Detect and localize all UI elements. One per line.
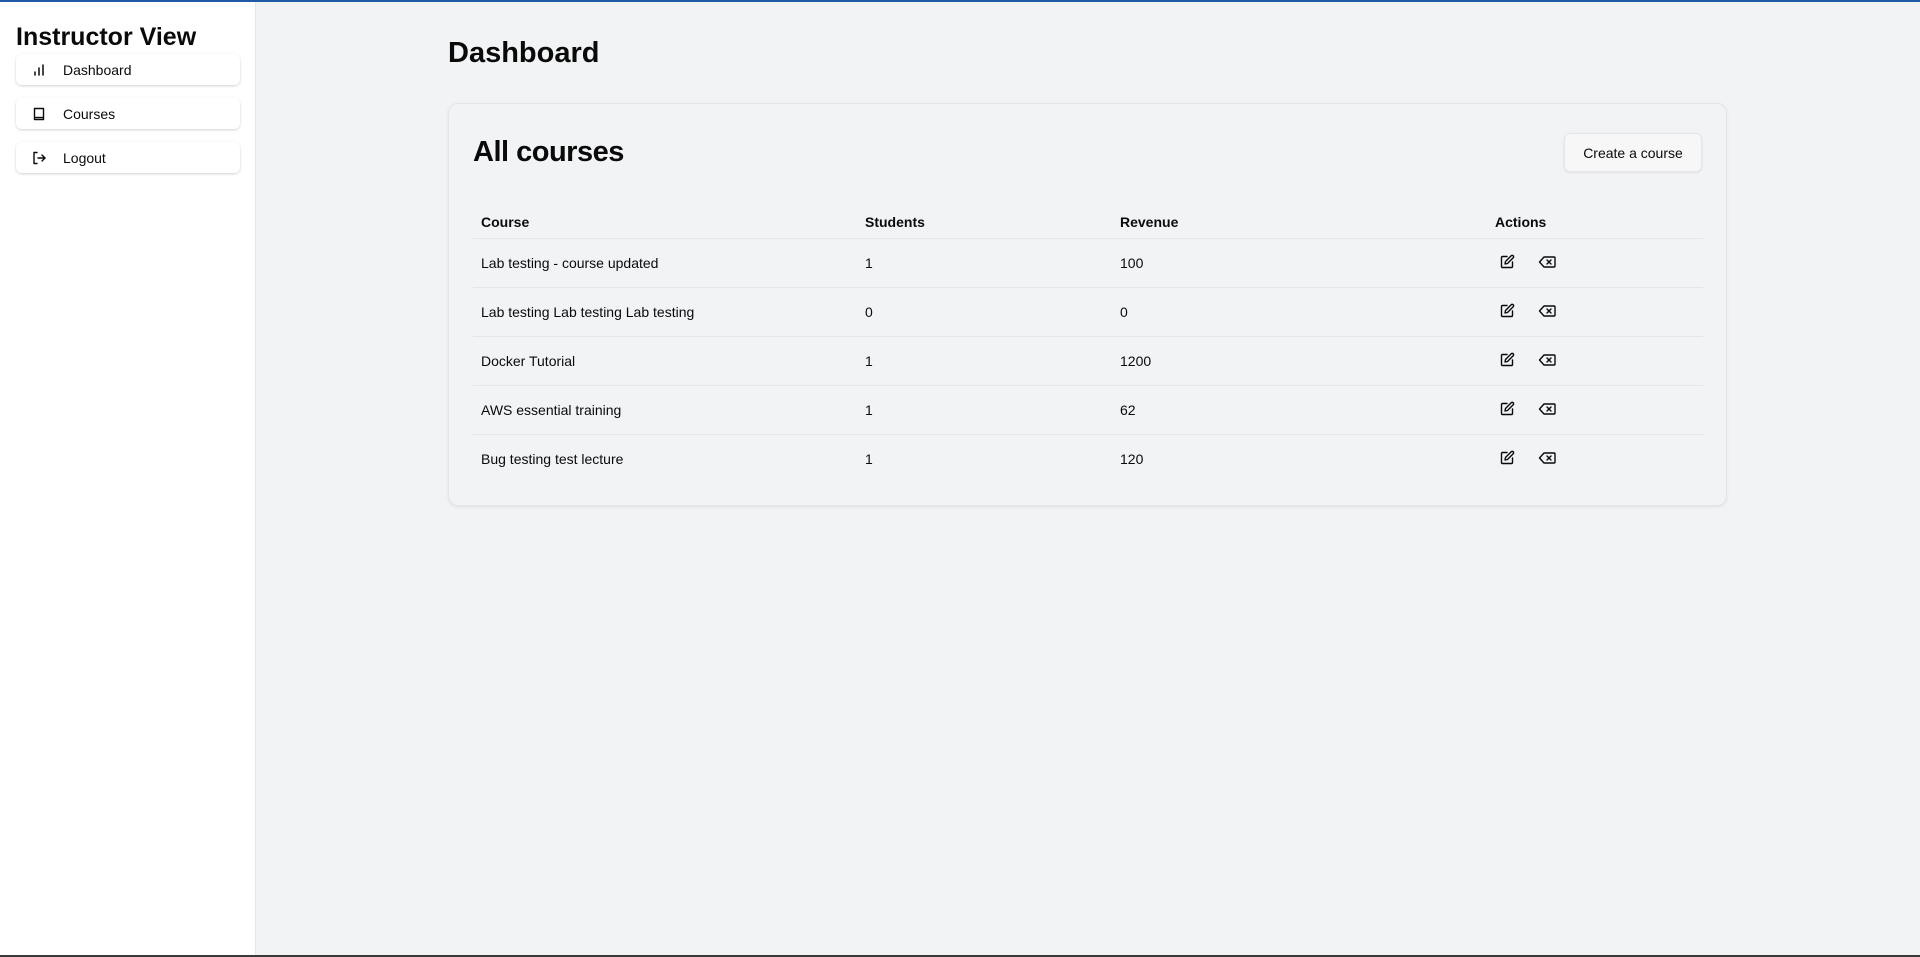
edit-icon [1499, 303, 1515, 322]
delete-course-button[interactable] [1531, 394, 1563, 426]
student-count: 1 [857, 385, 1112, 435]
edit-icon [1499, 401, 1515, 420]
row-actions [1483, 385, 1703, 435]
student-count: 1 [857, 336, 1112, 386]
all-courses-card: All courses Create a course Course Stude… [448, 103, 1727, 506]
delete-course-button[interactable] [1531, 345, 1563, 377]
edit-icon [1499, 352, 1515, 371]
courses-table: Course Students Revenue Actions Lab test… [473, 206, 1703, 483]
delete-icon [1538, 450, 1556, 469]
logout-icon [31, 150, 47, 166]
course-title: Docker Tutorial [473, 336, 857, 386]
sidebar-item-dashboard[interactable]: Dashboard [16, 54, 240, 85]
revenue-value: 0 [1112, 287, 1483, 337]
edit-icon [1499, 450, 1515, 469]
window-top-accent [0, 0, 1920, 2]
column-header-course: Course [473, 206, 857, 239]
table-row: Bug testing test lecture 1 120 [473, 435, 1703, 484]
delete-icon [1538, 401, 1556, 420]
row-actions [1483, 336, 1703, 386]
sidebar-item-label: Logout [63, 149, 106, 166]
table-row: Docker Tutorial 1 1200 [473, 336, 1703, 386]
revenue-value: 120 [1120, 451, 1144, 467]
create-course-button[interactable]: Create a course [1564, 133, 1702, 172]
delete-icon [1538, 254, 1556, 273]
edit-course-button[interactable] [1491, 443, 1523, 475]
edit-course-button[interactable] [1491, 247, 1523, 279]
table-row: AWS essential training 1 62 [473, 385, 1703, 435]
edit-icon [1499, 254, 1515, 273]
card-title: All courses [473, 136, 624, 168]
column-header-students: Students [857, 206, 1112, 239]
course-title: AWS essential training [473, 385, 857, 435]
revenue-value: 100 [1112, 238, 1483, 288]
sidebar: Instructor View Dashboard Courses Logout [0, 2, 256, 955]
edit-course-button[interactable] [1491, 345, 1523, 377]
student-count: 1 [857, 238, 1112, 288]
table-row: Lab testing - course updated 1 100 [473, 238, 1703, 288]
sidebar-item-label: Dashboard [63, 61, 132, 78]
edit-course-button[interactable] [1491, 394, 1523, 426]
sidebar-item-label: Courses [63, 105, 116, 122]
column-header-actions: Actions [1483, 206, 1703, 239]
revenue-value: 62 [1112, 385, 1483, 435]
table-row: Lab testing Lab testing Lab testing 0 0 [473, 287, 1703, 337]
student-count: 1 [865, 451, 873, 467]
delete-icon [1538, 352, 1556, 371]
row-actions [1483, 435, 1703, 484]
delete-course-button[interactable] [1531, 443, 1563, 475]
row-actions [1483, 238, 1703, 288]
table-header-row: Course Students Revenue Actions [473, 206, 1703, 239]
sidebar-item-courses[interactable]: Courses [16, 98, 240, 129]
column-header-revenue: Revenue [1112, 206, 1483, 239]
row-actions [1483, 287, 1703, 337]
delete-course-button[interactable] [1531, 296, 1563, 328]
course-title: Lab testing - course updated [473, 238, 857, 288]
sidebar-nav: Dashboard Courses Logout [16, 54, 240, 186]
delete-course-button[interactable] [1531, 247, 1563, 279]
delete-icon [1538, 303, 1556, 322]
book-icon [31, 106, 47, 122]
student-count: 0 [857, 287, 1112, 337]
revenue-value: 1200 [1112, 336, 1483, 386]
sidebar-item-logout[interactable]: Logout [16, 142, 240, 173]
course-title: Lab testing Lab testing Lab testing [473, 287, 857, 337]
edit-course-button[interactable] [1491, 296, 1523, 328]
page-title: Dashboard [448, 37, 600, 69]
app-title: Instructor View [16, 23, 197, 51]
course-title: Bug testing test lecture [481, 451, 624, 467]
bar-chart-icon [31, 62, 47, 78]
